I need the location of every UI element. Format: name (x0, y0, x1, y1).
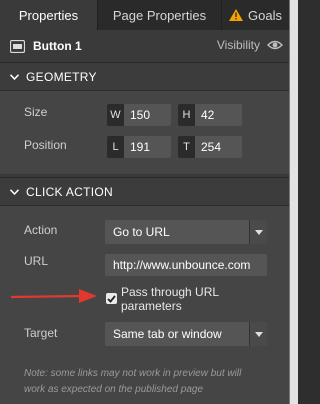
target-select[interactable]: Same tab or window (105, 322, 267, 346)
geometry-header[interactable]: GEOMETRY (0, 63, 289, 91)
tab-page-properties[interactable]: Page Properties (97, 0, 221, 30)
element-title: Button 1 (33, 39, 82, 53)
pass-through-label[interactable]: Pass through URL parameters (121, 285, 219, 313)
height-key: H (178, 104, 195, 126)
properties-panel: Properties Page Properties Goals Button … (0, 0, 289, 404)
target-label: Target (24, 326, 58, 340)
tab-bar: Properties Page Properties Goals (0, 0, 289, 30)
pass-through-label-line1: Pass through URL (121, 285, 220, 299)
tab-goals-label: Goals (248, 7, 282, 23)
pass-through-label-line2: parameters (121, 299, 182, 313)
width-value[interactable]: 150 (124, 104, 171, 126)
size-label: Size (24, 105, 48, 119)
position-label: Position (24, 138, 67, 152)
eye-icon (267, 40, 283, 50)
click-action-header[interactable]: CLICK ACTION (0, 178, 289, 206)
chevron-down-icon (249, 220, 267, 244)
element-header: Button 1 Visibility (0, 30, 289, 62)
click-action-title: CLICK ACTION (26, 184, 113, 199)
chevron-down-icon (10, 73, 19, 80)
preview-note: Note: some links may not work in preview… (24, 366, 241, 398)
target-value: Same tab or window (113, 327, 222, 341)
visibility-toggle[interactable]: Visibility (217, 38, 283, 52)
tab-goals[interactable]: Goals (221, 0, 289, 30)
checkmark-icon (107, 294, 116, 303)
left-key: L (107, 136, 124, 158)
top-field[interactable]: T 254 (178, 136, 242, 158)
pass-through-checkbox[interactable] (106, 293, 117, 304)
top-key: T (178, 136, 195, 158)
top-value[interactable]: 254 (195, 136, 242, 158)
button-element-icon (10, 39, 25, 53)
left-value[interactable]: 191 (124, 136, 171, 158)
preview-note-line2: work as expected on the published page (24, 384, 204, 395)
url-input[interactable]: http://www.unbounce.com (105, 254, 267, 276)
chevron-down-icon (10, 188, 19, 195)
width-key: W (107, 104, 124, 126)
geometry-section: GEOMETRY Size W 150 H 42 Position L 191 … (0, 62, 289, 174)
height-field[interactable]: H 42 (178, 104, 242, 126)
action-label: Action (24, 223, 58, 237)
height-value[interactable]: 42 (195, 104, 242, 126)
warning-icon (229, 9, 244, 21)
chevron-down-icon (249, 322, 267, 346)
geometry-title: GEOMETRY (26, 69, 97, 84)
adjacent-canvas-edge (289, 0, 298, 404)
left-field[interactable]: L 191 (107, 136, 171, 158)
annotation-arrow (10, 289, 97, 303)
click-action-section: CLICK ACTION Action Go to URL URL http:/… (0, 177, 289, 404)
visibility-label: Visibility (216, 38, 260, 52)
action-select[interactable]: Go to URL (105, 220, 267, 244)
width-field[interactable]: W 150 (107, 104, 171, 126)
preview-note-line1: Note: some links may not work in preview… (24, 368, 242, 379)
url-label: URL (24, 254, 49, 268)
action-value: Go to URL (113, 225, 170, 239)
tab-properties[interactable]: Properties (0, 0, 97, 30)
